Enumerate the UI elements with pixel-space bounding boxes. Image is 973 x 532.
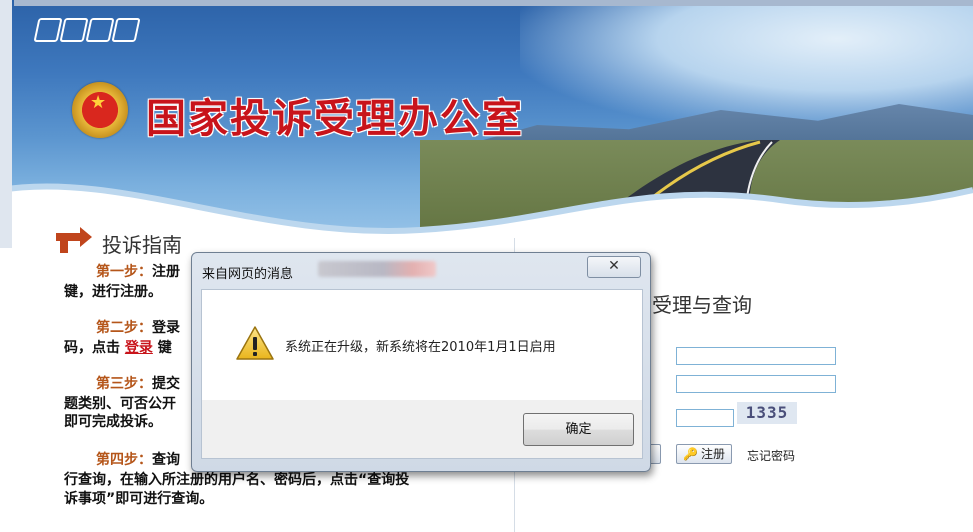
step-1-line2: 键，进行注册。 <box>64 284 162 300</box>
step-2-line1: 第二步：登录 <box>96 320 180 336</box>
alert-dialog: 来自网页的消息 ✕ 系统正在升级，新系统将在2010年1月1日启用 确定 <box>191 252 651 472</box>
step-3-line1: 第三步：提交 <box>96 376 180 392</box>
site-title: 国家投诉受理办公室 <box>146 95 524 142</box>
captcha-input[interactable] <box>676 409 734 427</box>
dialog-body: 系统正在升级，新系统将在2010年1月1日启用 <box>201 289 643 400</box>
password-input[interactable] <box>676 375 836 393</box>
step-1-line1: 第一步：注册 <box>96 264 180 280</box>
dialog-message: 系统正在升级，新系统将在2010年1月1日启用 <box>285 340 556 355</box>
dialog-title: 来自网页的消息 <box>202 267 294 282</box>
step-4-line2: 行查询，在输入所注册的用户名、密码后，点击“查询投 <box>64 472 410 488</box>
guide-title: 投诉指南 <box>102 233 182 257</box>
register-button[interactable]: 🔑 注册 <box>676 444 732 464</box>
header-banner: 国家投诉受理办公室 <box>0 0 973 248</box>
close-icon: ✕ <box>608 258 620 274</box>
dialog-close-button[interactable]: ✕ <box>587 256 641 278</box>
username-input[interactable] <box>676 347 836 365</box>
step-3-line2: 题类别、可否公开 <box>64 396 176 412</box>
login-link[interactable]: 登录 <box>125 340 153 356</box>
ok-button[interactable]: 确定 <box>523 413 634 446</box>
warning-icon <box>236 326 274 360</box>
key-icon: 🔑 <box>683 447 698 461</box>
forgot-password-link[interactable]: 忘记密码 <box>747 447 795 464</box>
step-4-line3: 诉事项”即可进行查询。 <box>64 491 214 507</box>
guide-arrow-icon <box>56 227 92 253</box>
site-logo-icon <box>33 18 141 42</box>
step-4-line1: 第四步：查询 <box>96 452 180 468</box>
top-strip <box>14 0 973 6</box>
step-3-line3: 即可完成投诉。 <box>64 414 162 430</box>
left-strip <box>0 0 12 248</box>
national-emblem-icon <box>72 82 128 138</box>
dialog-footer: 确定 <box>201 400 643 459</box>
step-2-line2: 码，点击 登录 键 <box>64 340 172 356</box>
dialog-title-blurred-text <box>318 261 436 277</box>
captcha-image: 1335 <box>737 402 797 424</box>
